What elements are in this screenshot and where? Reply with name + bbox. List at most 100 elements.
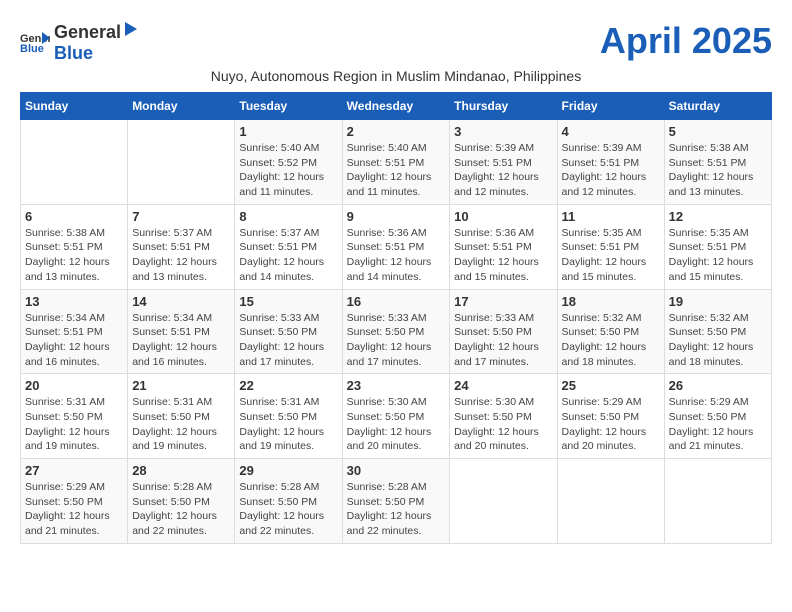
calendar-week-row: 13 Sunrise: 5:34 AMSunset: 5:51 PMDayligh… [21, 289, 772, 374]
day-number: 13 [25, 294, 123, 309]
day-info: Sunrise: 5:30 AMSunset: 5:50 PMDaylight:… [347, 395, 446, 454]
calendar-week-row: 27 Sunrise: 5:29 AMSunset: 5:50 PMDayligh… [21, 459, 772, 544]
day-number: 5 [669, 124, 767, 139]
calendar-day-cell: 8 Sunrise: 5:37 AMSunset: 5:51 PMDaylight… [235, 204, 342, 289]
calendar-day-cell: 29 Sunrise: 5:28 AMSunset: 5:50 PMDayligh… [235, 459, 342, 544]
calendar-day-cell: 9 Sunrise: 5:36 AMSunset: 5:51 PMDaylight… [342, 204, 450, 289]
day-info: Sunrise: 5:33 AMSunset: 5:50 PMDaylight:… [347, 311, 446, 370]
day-info: Sunrise: 5:32 AMSunset: 5:50 PMDaylight:… [562, 311, 660, 370]
calendar-day-cell: 10Sunrise: 5:36 AMSunset: 5:51 PMDayligh… [450, 204, 557, 289]
calendar-day-cell: 18 Sunrise: 5:32 AMSunset: 5:50 PMDayligh… [557, 289, 664, 374]
day-info: Sunrise: 5:37 AMSunset: 5:51 PMDaylight:… [239, 226, 337, 285]
day-info: Sunrise: 5:31 AMSunset: 5:50 PMDaylight:… [25, 395, 123, 454]
calendar-day-cell: 1Sunrise: 5:40 AMSunset: 5:52 PMDaylight… [235, 120, 342, 205]
calendar-day-cell: 22 Sunrise: 5:31 AMSunset: 5:50 PMDayligh… [235, 374, 342, 459]
day-info: Sunrise: 5:29 AMSunset: 5:50 PMDaylight:… [25, 480, 123, 539]
page-subtitle: Nuyo, Autonomous Region in Muslim Mindan… [20, 68, 772, 84]
day-of-week-header: Friday [557, 93, 664, 120]
calendar-week-row: 20 Sunrise: 5:31 AMSunset: 5:50 PMDayligh… [21, 374, 772, 459]
day-number: 4 [562, 124, 660, 139]
calendar-day-cell [664, 459, 771, 544]
day-info: Sunrise: 5:35 AMSunset: 5:51 PMDaylight:… [562, 226, 660, 285]
day-info: Sunrise: 5:28 AMSunset: 5:50 PMDaylight:… [239, 480, 337, 539]
calendar-day-cell [450, 459, 557, 544]
day-number: 8 [239, 209, 337, 224]
month-title: April 2025 [600, 20, 772, 62]
day-number: 23 [347, 378, 446, 393]
day-info: Sunrise: 5:34 AMSunset: 5:51 PMDaylight:… [132, 311, 230, 370]
logo-blue-text: Blue [54, 43, 93, 63]
calendar-day-cell [128, 120, 235, 205]
day-number: 29 [239, 463, 337, 478]
day-info: Sunrise: 5:28 AMSunset: 5:50 PMDaylight:… [347, 480, 446, 539]
calendar-day-cell: 16Sunrise: 5:33 AMSunset: 5:50 PMDayligh… [342, 289, 450, 374]
day-number: 19 [669, 294, 767, 309]
day-number: 15 [239, 294, 337, 309]
day-number: 3 [454, 124, 552, 139]
day-info: Sunrise: 5:39 AMSunset: 5:51 PMDaylight:… [562, 141, 660, 200]
day-number: 20 [25, 378, 123, 393]
day-info: Sunrise: 5:29 AMSunset: 5:50 PMDaylight:… [562, 395, 660, 454]
day-info: Sunrise: 5:31 AMSunset: 5:50 PMDaylight:… [239, 395, 337, 454]
day-number: 18 [562, 294, 660, 309]
day-of-week-header: Sunday [21, 93, 128, 120]
day-number: 11 [562, 209, 660, 224]
day-number: 2 [347, 124, 446, 139]
logo-arrow-icon [121, 20, 139, 38]
calendar-day-cell: 28Sunrise: 5:28 AMSunset: 5:50 PMDayligh… [128, 459, 235, 544]
day-number: 24 [454, 378, 552, 393]
day-number: 25 [562, 378, 660, 393]
calendar-day-cell: 14 Sunrise: 5:34 AMSunset: 5:51 PMDayligh… [128, 289, 235, 374]
day-number: 21 [132, 378, 230, 393]
calendar-day-cell: 21 Sunrise: 5:31 AMSunset: 5:50 PMDayligh… [128, 374, 235, 459]
day-number: 22 [239, 378, 337, 393]
calendar-week-row: 6 Sunrise: 5:38 AMSunset: 5:51 PMDaylight… [21, 204, 772, 289]
calendar-day-cell: 30 Sunrise: 5:28 AMSunset: 5:50 PMDayligh… [342, 459, 450, 544]
calendar-day-cell: 12 Sunrise: 5:35 AMSunset: 5:51 PMDayligh… [664, 204, 771, 289]
calendar-day-cell: 20 Sunrise: 5:31 AMSunset: 5:50 PMDayligh… [21, 374, 128, 459]
day-number: 17 [454, 294, 552, 309]
day-info: Sunrise: 5:39 AMSunset: 5:51 PMDaylight:… [454, 141, 552, 200]
day-number: 9 [347, 209, 446, 224]
calendar-day-cell: 15 Sunrise: 5:33 AMSunset: 5:50 PMDayligh… [235, 289, 342, 374]
calendar-day-cell: 25 Sunrise: 5:29 AMSunset: 5:50 PMDayligh… [557, 374, 664, 459]
day-number: 26 [669, 378, 767, 393]
calendar-header-row: SundayMondayTuesdayWednesdayThursdayFrid… [21, 93, 772, 120]
day-number: 7 [132, 209, 230, 224]
calendar-day-cell: 2Sunrise: 5:40 AMSunset: 5:51 PMDaylight… [342, 120, 450, 205]
calendar-day-cell: 23 Sunrise: 5:30 AMSunset: 5:50 PMDayligh… [342, 374, 450, 459]
day-info: Sunrise: 5:33 AMSunset: 5:50 PMDaylight:… [239, 311, 337, 370]
day-of-week-header: Tuesday [235, 93, 342, 120]
calendar-day-cell: 24Sunrise: 5:30 AMSunset: 5:50 PMDayligh… [450, 374, 557, 459]
day-number: 12 [669, 209, 767, 224]
logo-icon: General Blue [20, 30, 50, 54]
day-info: Sunrise: 5:38 AMSunset: 5:51 PMDaylight:… [669, 141, 767, 200]
day-info: Sunrise: 5:36 AMSunset: 5:51 PMDaylight:… [454, 226, 552, 285]
calendar-day-cell: 3 Sunrise: 5:39 AMSunset: 5:51 PMDaylight… [450, 120, 557, 205]
calendar-day-cell: 19 Sunrise: 5:32 AMSunset: 5:50 PMDayligh… [664, 289, 771, 374]
day-info: Sunrise: 5:32 AMSunset: 5:50 PMDaylight:… [669, 311, 767, 370]
calendar-day-cell [21, 120, 128, 205]
day-info: Sunrise: 5:37 AMSunset: 5:51 PMDaylight:… [132, 226, 230, 285]
calendar-day-cell: 4 Sunrise: 5:39 AMSunset: 5:51 PMDaylight… [557, 120, 664, 205]
calendar-table: SundayMondayTuesdayWednesdayThursdayFrid… [20, 92, 772, 544]
day-info: Sunrise: 5:35 AMSunset: 5:51 PMDaylight:… [669, 226, 767, 285]
day-number: 6 [25, 209, 123, 224]
calendar-day-cell: 6 Sunrise: 5:38 AMSunset: 5:51 PMDaylight… [21, 204, 128, 289]
day-number: 14 [132, 294, 230, 309]
calendar-day-cell: 7 Sunrise: 5:37 AMSunset: 5:51 PMDaylight… [128, 204, 235, 289]
day-of-week-header: Thursday [450, 93, 557, 120]
day-info: Sunrise: 5:36 AMSunset: 5:51 PMDaylight:… [347, 226, 446, 285]
day-info: Sunrise: 5:31 AMSunset: 5:50 PMDaylight:… [132, 395, 230, 454]
day-number: 1 [239, 124, 337, 139]
day-info: Sunrise: 5:33 AMSunset: 5:50 PMDaylight:… [454, 311, 552, 370]
day-info: Sunrise: 5:29 AMSunset: 5:50 PMDaylight:… [669, 395, 767, 454]
calendar-day-cell: 17 Sunrise: 5:33 AMSunset: 5:50 PMDayligh… [450, 289, 557, 374]
calendar-day-cell: 27 Sunrise: 5:29 AMSunset: 5:50 PMDayligh… [21, 459, 128, 544]
calendar-week-row: 1Sunrise: 5:40 AMSunset: 5:52 PMDaylight… [21, 120, 772, 205]
day-number: 27 [25, 463, 123, 478]
day-info: Sunrise: 5:38 AMSunset: 5:51 PMDaylight:… [25, 226, 123, 285]
calendar-day-cell: 5 Sunrise: 5:38 AMSunset: 5:51 PMDaylight… [664, 120, 771, 205]
day-number: 30 [347, 463, 446, 478]
day-of-week-header: Wednesday [342, 93, 450, 120]
